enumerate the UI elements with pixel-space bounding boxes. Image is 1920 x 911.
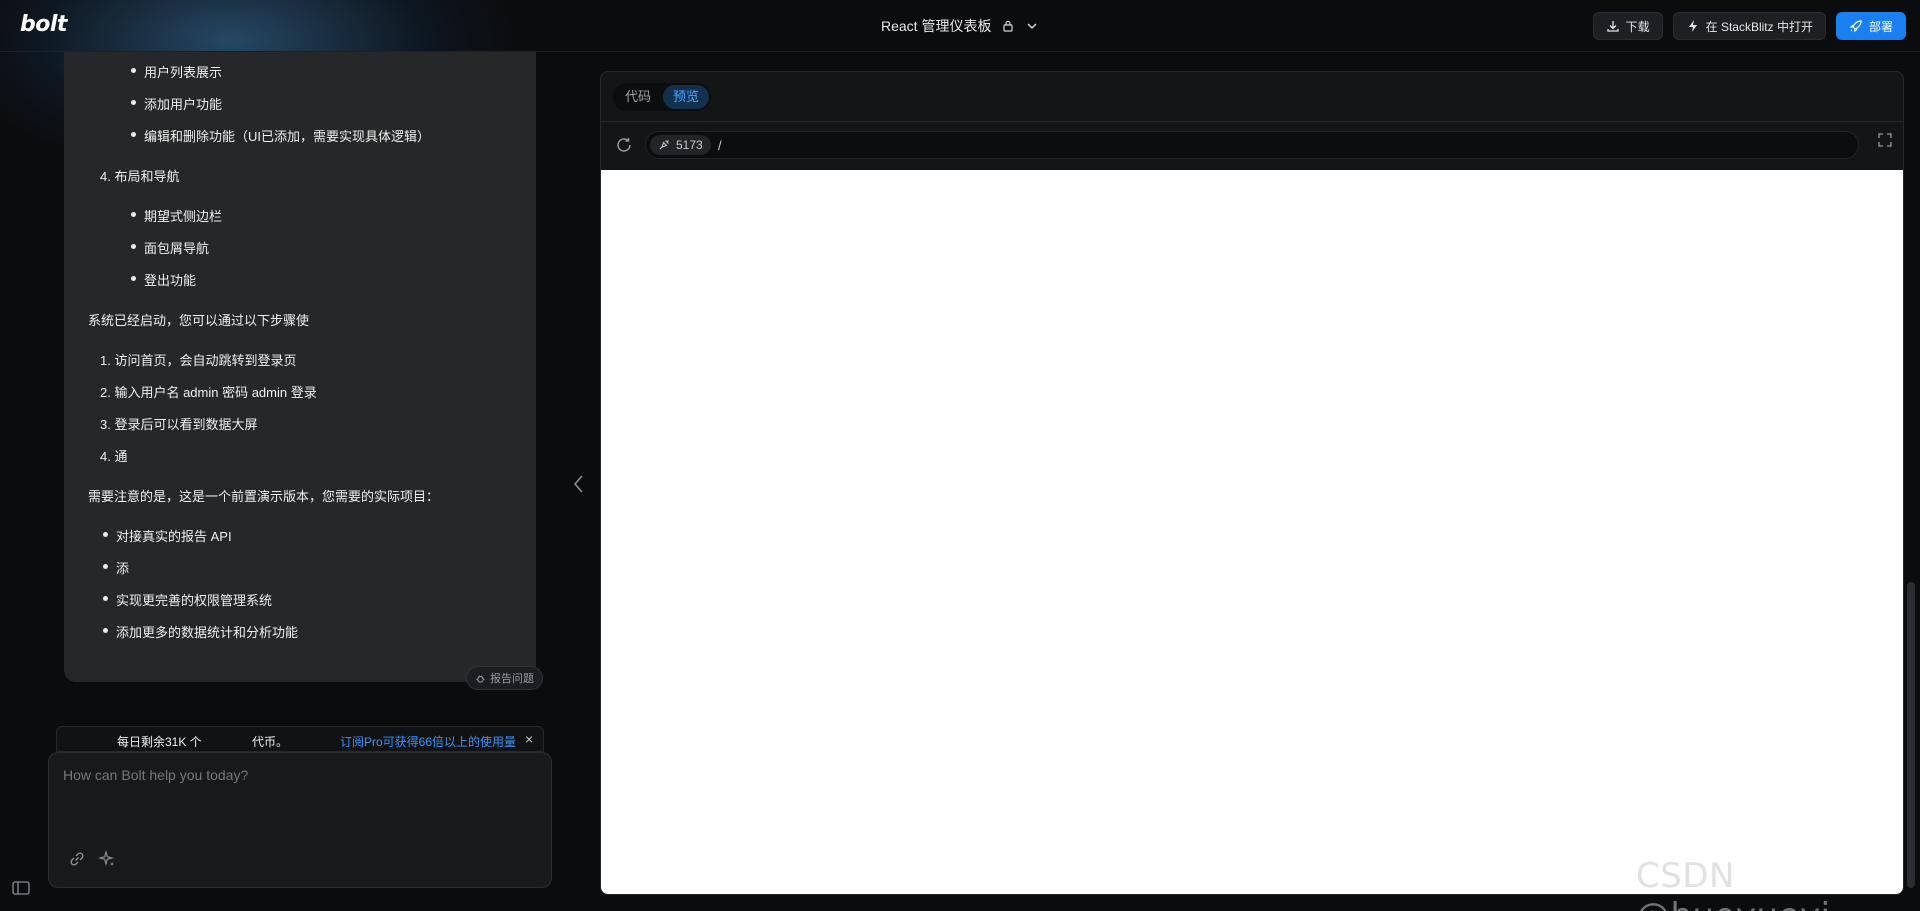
- open-stackblitz-button[interactable]: 在 StackBlitz 中打开: [1672, 12, 1826, 40]
- bolt-logo[interactable]: bolt: [20, 12, 67, 37]
- list-item: 用户列表展示: [130, 62, 222, 81]
- preview-address-row: 5173 /: [601, 122, 1903, 168]
- lock-icon[interactable]: [1001, 19, 1015, 33]
- sidebar-toggle-icon[interactable]: [12, 880, 30, 896]
- report-label: 报告问题: [490, 673, 534, 685]
- url-path: /: [718, 138, 722, 153]
- chat-input-box: [48, 752, 552, 888]
- port-number: 5173: [676, 138, 703, 152]
- deploy-button[interactable]: 部署: [1835, 12, 1906, 40]
- list-item: 3. 登录后可以看到数据大屏: [100, 417, 258, 432]
- fullscreen-icon[interactable]: [1877, 132, 1893, 148]
- address-bar[interactable]: 5173 /: [645, 131, 1859, 159]
- sparkle-icon[interactable]: [97, 849, 117, 869]
- list-item: 添加用户功能: [130, 94, 222, 113]
- upgrade-pro-link[interactable]: 订阅Pro可获得66倍以上的使用量: [340, 733, 516, 750]
- link-icon[interactable]: [67, 849, 87, 869]
- workbench-header: 代码 预览: [601, 72, 1903, 122]
- project-title-area[interactable]: React 管理仪表板: [881, 16, 1039, 36]
- plug-icon: [659, 140, 669, 150]
- view-switcher: 代码 预览: [613, 83, 712, 111]
- list-item: 添: [102, 558, 129, 577]
- close-icon[interactable]: ×: [525, 731, 533, 747]
- list-item: 期望式侧边栏: [130, 206, 222, 225]
- paragraph: 系统已经启动，您可以通过以下步骤使: [88, 313, 310, 328]
- workbench-panel: 代码 预览 5173 /: [600, 71, 1904, 895]
- list-item: 对接真实的报告 API: [103, 526, 232, 545]
- project-title: React 管理仪表板: [881, 18, 992, 34]
- list-item: 1. 访问首页，会自动跳转到登录页: [100, 353, 297, 368]
- preview-frame[interactable]: [601, 170, 1903, 894]
- rocket-icon: [1849, 20, 1862, 33]
- reload-icon[interactable]: [615, 136, 633, 154]
- lightning-icon: [1688, 20, 1697, 32]
- chevron-down-icon[interactable]: [1025, 19, 1039, 33]
- chat-input[interactable]: [63, 767, 533, 827]
- list-item: 编辑和删除功能（UI已添加，需要实现具体逻辑）: [130, 126, 430, 145]
- scrollbar-thumb[interactable]: [1907, 582, 1915, 888]
- tab-preview[interactable]: 预览: [663, 85, 710, 109]
- list-item: 登出功能: [130, 270, 196, 289]
- list-item: 4. 通: [100, 449, 128, 464]
- tab-code[interactable]: 代码: [615, 85, 661, 109]
- deploy-label: 部署: [1868, 19, 1893, 34]
- watermark-text: CSDN @huoyueyi: [1636, 856, 1830, 911]
- download-label: 下载: [1625, 19, 1650, 34]
- list-item: 实现更完善的权限管理系统: [102, 590, 272, 609]
- token-remaining-text: 每日剩余31K 个: [117, 735, 202, 749]
- top-header: bolt React 管理仪表板 下载 在 StackBlitz 中打开 部署: [0, 0, 1920, 52]
- assistant-message: 用户列表展示 添加用户功能 编辑和删除功能（UI已添加，需要实现具体逻辑） 4.…: [64, 52, 536, 682]
- list-item: 4. 布局和导航: [100, 169, 180, 184]
- token-usage-banner: 每日剩余31K 个 代币。 订阅Pro可获得66倍以上的使用量 ×: [56, 726, 544, 752]
- chevron-left-icon[interactable]: [571, 474, 587, 494]
- stackblitz-label: 在 StackBlitz 中打开: [1705, 19, 1813, 34]
- list-item: 2. 输入用户名 admin 密码 admin 登录: [100, 385, 317, 400]
- token-unit-text: 代币。: [252, 735, 289, 749]
- report-issue-button[interactable]: 报告问题: [466, 666, 543, 690]
- download-icon: [1606, 21, 1619, 32]
- bug-icon: [476, 674, 485, 683]
- paragraph: 需要注意的是，这是一个前置演示版本，您需要的实际项目：: [88, 489, 440, 504]
- port-selector[interactable]: 5173: [650, 135, 711, 155]
- list-item: 添加更多的数据统计和分析功能: [102, 622, 298, 641]
- download-button[interactable]: 下载: [1592, 12, 1663, 40]
- list-item: 面包屑导航: [130, 238, 209, 257]
